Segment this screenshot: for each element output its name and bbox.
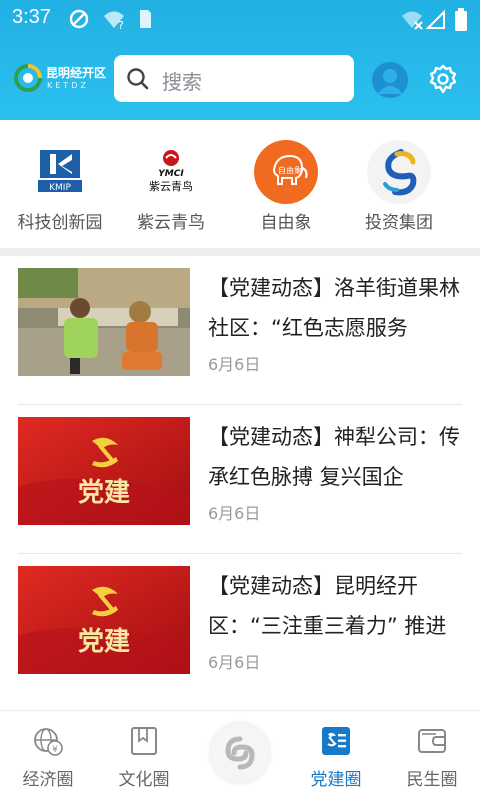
- svg-text:¥: ¥: [52, 745, 58, 755]
- shortcut-label: 自由象: [260, 213, 312, 233]
- nav-label: 民生圈: [406, 770, 458, 790]
- logo-en-text: KETDZ: [47, 81, 89, 90]
- svg-text:紫云青鸟: 紫云青鸟: [149, 179, 193, 193]
- shortcut-label: 紫云青鸟: [137, 213, 205, 233]
- ketdz-logo-icon: [14, 64, 42, 92]
- nav-label: 党建圈: [310, 770, 362, 790]
- settings-gear-icon[interactable]: [427, 63, 459, 95]
- news-title: 【党建动态】昆明经开区：“三注重三着力” 推进: [208, 574, 447, 638]
- shortcut-investment[interactable]: 投资集团: [339, 120, 459, 248]
- shortcut-label: 科技创新园: [17, 213, 103, 233]
- nav-economy[interactable]: ¥ 经济圈: [0, 711, 96, 800]
- party-building-icon: [322, 727, 350, 755]
- svg-text:党建: 党建: [78, 627, 130, 657]
- nav-party-building[interactable]: 党建圈: [288, 711, 384, 800]
- shortcut-label: 投资集团: [365, 213, 433, 233]
- svg-text:党建: 党建: [78, 478, 130, 508]
- wallet-icon: [418, 729, 446, 753]
- svg-text:KMIP: KMIP: [49, 183, 71, 193]
- svg-text:自由象: 自由象: [278, 165, 302, 175]
- signal-icon: [426, 9, 445, 29]
- status-time: 3:37: [12, 6, 51, 28]
- economy-globe-icon: ¥: [34, 728, 63, 756]
- search-placeholder: 搜索: [162, 70, 202, 94]
- svg-text:YMCI: YMCI: [158, 169, 184, 179]
- user-icon: [372, 62, 408, 98]
- bottom-nav: ¥ 经济圈 文化圈 党建圈 民生圈: [0, 710, 480, 800]
- elephant-logo-icon: 自由象: [254, 140, 318, 204]
- center-home-button[interactable]: [210, 723, 270, 783]
- volunteer-photo-thumbnail: [18, 268, 190, 376]
- shortcut-elephant[interactable]: 自由象 自由象: [226, 120, 346, 248]
- sim-card-icon: [140, 10, 151, 28]
- ymci-logo-icon: YMCI 紫云青鸟: [139, 140, 203, 204]
- section-divider: [0, 248, 480, 256]
- search-icon: [127, 68, 149, 90]
- investment-group-logo-icon: [367, 140, 431, 204]
- ketdz-logo: 昆明经开区 KETDZ: [14, 62, 106, 96]
- news-item[interactable]: 党建 【党建动态】昆明经开区：“三注重三着力” 推进 6月6日: [0, 554, 480, 703]
- shortcut-grid: KMIP 科技创新园 YMCI 紫云青鸟 紫云青鸟 自由象 自由象 投资集团: [0, 120, 480, 248]
- nav-label: 文化圈: [118, 770, 170, 790]
- news-title: 【党建动态】洛羊街道果林社区：“红色志愿服务: [208, 276, 460, 340]
- party-building-thumbnail: 党建: [18, 566, 190, 674]
- data-saver-icon: [69, 9, 89, 29]
- nav-culture[interactable]: 文化圈: [96, 711, 192, 800]
- status-bar: 3:37 ?: [0, 0, 480, 36]
- news-date: 6月6日: [208, 653, 261, 672]
- shortcut-kmip[interactable]: KMIP 科技创新园: [0, 120, 120, 248]
- news-date: 6月6日: [208, 355, 261, 374]
- culture-book-icon: [131, 727, 157, 755]
- app-header: 3:37 ? 昆明经开区 KETDZ 搜索: [0, 0, 480, 120]
- search-bar[interactable]: 搜索: [114, 55, 354, 102]
- logo-cn-text: 昆明经开区: [46, 66, 107, 80]
- nav-livelihood[interactable]: 民生圈: [384, 711, 480, 800]
- news-title: 【党建动态】神犁公司：传承红色脉搏 复兴国企: [208, 425, 460, 489]
- shortcut-ymci[interactable]: YMCI 紫云青鸟 紫云青鸟: [111, 120, 231, 248]
- news-item[interactable]: 【党建动态】洛羊街道果林社区：“红色志愿服务 6月6日: [0, 256, 480, 405]
- wifi-off-icon: [402, 11, 423, 30]
- center-logo-icon: [225, 736, 255, 770]
- battery-icon: [455, 8, 467, 31]
- news-item[interactable]: 党建 【党建动态】神犁公司：传承红色脉搏 复兴国企 6月6日: [0, 405, 480, 554]
- nav-label: 经济圈: [22, 770, 74, 790]
- news-date: 6月6日: [208, 504, 261, 523]
- svg-text:?: ?: [118, 19, 124, 30]
- avatar[interactable]: [372, 62, 408, 98]
- kmip-logo-icon: KMIP: [28, 140, 92, 204]
- wifi-unknown-icon: ?: [104, 11, 124, 30]
- party-building-thumbnail: 党建: [18, 417, 190, 525]
